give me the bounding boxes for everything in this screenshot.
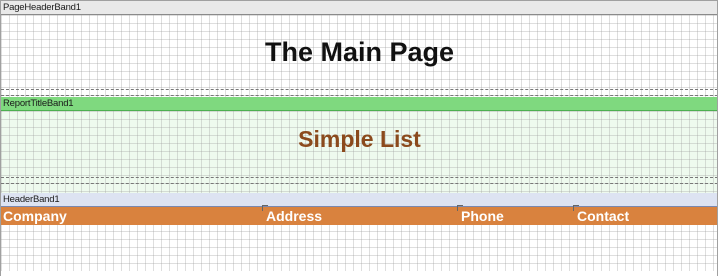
header-band[interactable]: Company Address Phone Contact: [1, 205, 718, 271]
report-title-text[interactable]: Simple List: [1, 126, 718, 153]
page-right-margin-line: [717, 1, 718, 276]
page-header-title-text[interactable]: The Main Page: [1, 37, 718, 68]
column-header-address[interactable]: Address: [264, 207, 459, 225]
band-caption-page-header[interactable]: PageHeaderBand1: [1, 1, 718, 15]
band-caption-label: ReportTitleBand1: [3, 98, 74, 109]
band-boundary-line: [1, 177, 718, 178]
column-resize-handle[interactable]: [573, 205, 579, 211]
report-designer-canvas: PageHeaderBand1 The Main Page ReportTitl…: [0, 0, 718, 276]
column-header-phone[interactable]: Phone: [459, 207, 575, 225]
band-boundary-line: [1, 89, 718, 90]
band-boundary-line: [1, 183, 718, 184]
column-resize-handle[interactable]: [262, 205, 268, 211]
band-caption-header[interactable]: HeaderBand1: [1, 193, 718, 207]
report-title-band[interactable]: Simple List: [1, 111, 718, 193]
page-header-band[interactable]: The Main Page: [1, 15, 718, 97]
column-resize-handle[interactable]: [457, 205, 463, 211]
column-header-company[interactable]: Company: [1, 207, 264, 225]
column-header-contact[interactable]: Contact: [575, 207, 717, 225]
band-boundary-line: [1, 95, 718, 96]
band-caption-report-title[interactable]: ReportTitleBand1: [1, 97, 718, 111]
band-caption-label: HeaderBand1: [3, 194, 60, 205]
band-caption-label: PageHeaderBand1: [3, 2, 81, 13]
